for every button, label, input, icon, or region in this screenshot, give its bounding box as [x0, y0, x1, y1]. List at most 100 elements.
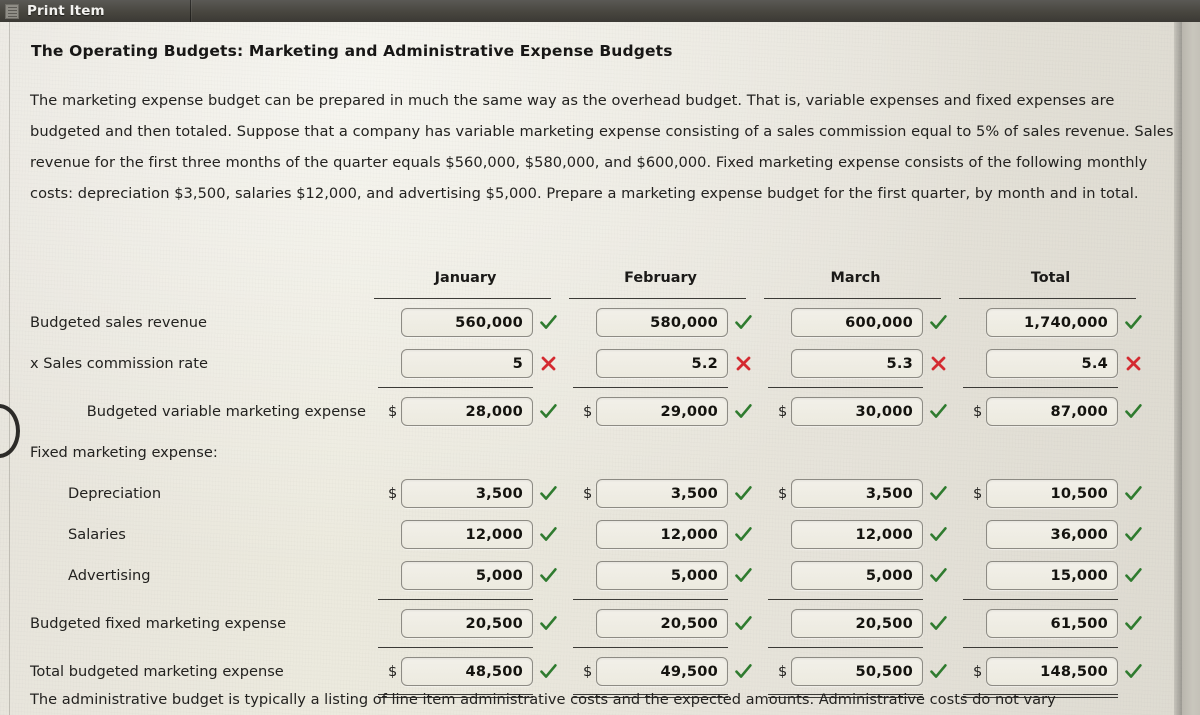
row-label: Budgeted sales revenue [30, 314, 207, 331]
cell-january [368, 432, 563, 473]
input-total-row0[interactable]: 1,740,000 [986, 308, 1118, 337]
correct-check-icon [1118, 616, 1144, 631]
column-header-total: Total [1030, 270, 1071, 286]
dollar-sign: $ [388, 663, 398, 680]
input-february-row4[interactable]: 3,500 [596, 479, 728, 508]
subtotal-rule-row [30, 644, 1148, 651]
answer-cell-january: $5,000 [368, 561, 563, 590]
input-january-row6[interactable]: 5,000 [401, 561, 533, 590]
header-underline-row [30, 295, 1148, 302]
input-march-row4[interactable]: 3,500 [791, 479, 923, 508]
input-january-row4[interactable]: 3,500 [401, 479, 533, 508]
input-january-row8[interactable]: 48,500 [401, 657, 533, 686]
correct-check-icon [1118, 527, 1144, 542]
input-january-row0[interactable]: 560,000 [401, 308, 533, 337]
answer-cell-total: $148,500 [953, 657, 1148, 686]
answer-cell-february: $580,000 [563, 308, 758, 337]
row-label-cell: Advertising [30, 555, 368, 596]
input-february-row1[interactable]: 5.2 [596, 349, 728, 378]
column-rule [768, 387, 923, 388]
input-march-row6[interactable]: 5,000 [791, 561, 923, 590]
cell-march [758, 432, 953, 473]
rule-total [953, 644, 1148, 651]
cell-total: $87,000 [953, 391, 1148, 432]
column-header-january: January [434, 270, 497, 286]
correct-check-icon [923, 527, 949, 542]
correct-check-icon [533, 315, 559, 330]
input-february-row5[interactable]: 12,000 [596, 520, 728, 549]
input-march-row7[interactable]: 20,500 [791, 609, 923, 638]
answer-cell-january: $28,000 [368, 397, 563, 426]
incorrect-cross-icon [923, 356, 949, 371]
input-total-row5[interactable]: 36,000 [986, 520, 1118, 549]
correct-check-icon [728, 486, 754, 501]
column-header-march: March [830, 270, 881, 286]
correct-check-icon [728, 568, 754, 583]
answer-cell-february: $12,000 [563, 520, 758, 549]
column-rule [963, 599, 1118, 600]
rule-total [953, 384, 1148, 391]
page-title: The Operating Budgets: Marketing and Adm… [31, 42, 673, 60]
row-label: Budgeted variable marketing expense [86, 403, 366, 420]
input-february-row8[interactable]: 49,500 [596, 657, 728, 686]
column-header-february: February [624, 270, 697, 286]
input-march-row8[interactable]: 50,500 [791, 657, 923, 686]
rule-spacer [30, 384, 368, 391]
column-rule [569, 298, 746, 299]
input-total-row2[interactable]: 87,000 [986, 397, 1118, 426]
input-january-row2[interactable]: 28,000 [401, 397, 533, 426]
answer-cell-total: $10,500 [953, 479, 1148, 508]
header-row: January February March Total [30, 270, 1148, 295]
answer-cell-february: $5,000 [563, 561, 758, 590]
cell-total: $10,500 [953, 473, 1148, 514]
cell-february: $20,500 [563, 603, 758, 644]
application-top-bar: Print Item [0, 0, 1200, 22]
input-february-row0[interactable]: 580,000 [596, 308, 728, 337]
dollar-sign: $ [778, 403, 788, 420]
row-label-cell: Fixed marketing expense: [30, 432, 368, 473]
row-label: Fixed marketing expense: [30, 444, 218, 461]
rule-total [953, 295, 1148, 302]
correct-check-icon [533, 616, 559, 631]
print-item-label[interactable]: Print Item [27, 3, 105, 19]
page-edge-shadow [1174, 22, 1182, 715]
rule-spacer [30, 596, 368, 603]
answer-cell-february: $5.2 [563, 349, 758, 378]
input-march-row2[interactable]: 30,000 [791, 397, 923, 426]
correct-check-icon [533, 568, 559, 583]
input-march-row0[interactable]: 600,000 [791, 308, 923, 337]
cell-february: $580,000 [563, 302, 758, 343]
input-total-row6[interactable]: 15,000 [986, 561, 1118, 590]
correct-check-icon [923, 568, 949, 583]
column-rule [768, 599, 923, 600]
cell-february: $29,000 [563, 391, 758, 432]
input-february-row6[interactable]: 5,000 [596, 561, 728, 590]
rule-january [368, 596, 563, 603]
row-label-cell: Budgeted sales revenue [30, 302, 368, 343]
input-total-row1[interactable]: 5.4 [986, 349, 1118, 378]
input-march-row5[interactable]: 12,000 [791, 520, 923, 549]
topbar-divider [190, 0, 191, 22]
input-total-row7[interactable]: 61,500 [986, 609, 1118, 638]
rule-march [758, 384, 953, 391]
input-march-row1[interactable]: 5.3 [791, 349, 923, 378]
cell-march: $30,000 [758, 391, 953, 432]
answer-cell-february: $20,500 [563, 609, 758, 638]
cell-march: $20,500 [758, 603, 953, 644]
table-body: Budgeted sales revenue $560,000 $580,000 $6… [30, 295, 1148, 699]
input-total-row4[interactable]: 10,500 [986, 479, 1118, 508]
input-total-row8[interactable]: 148,500 [986, 657, 1118, 686]
input-january-row1[interactable]: 5 [401, 349, 533, 378]
row-label: x Sales commission rate [30, 355, 208, 372]
dollar-sign: $ [973, 403, 983, 420]
correct-check-icon [1118, 404, 1144, 419]
answer-cell-march: $5,000 [758, 561, 953, 590]
input-february-row7[interactable]: 20,500 [596, 609, 728, 638]
input-february-row2[interactable]: 29,000 [596, 397, 728, 426]
incorrect-cross-icon [728, 356, 754, 371]
input-january-row7[interactable]: 20,500 [401, 609, 533, 638]
column-header-label [30, 270, 368, 295]
correct-check-icon [923, 664, 949, 679]
input-january-row5[interactable]: 12,000 [401, 520, 533, 549]
column-rule [374, 298, 551, 299]
